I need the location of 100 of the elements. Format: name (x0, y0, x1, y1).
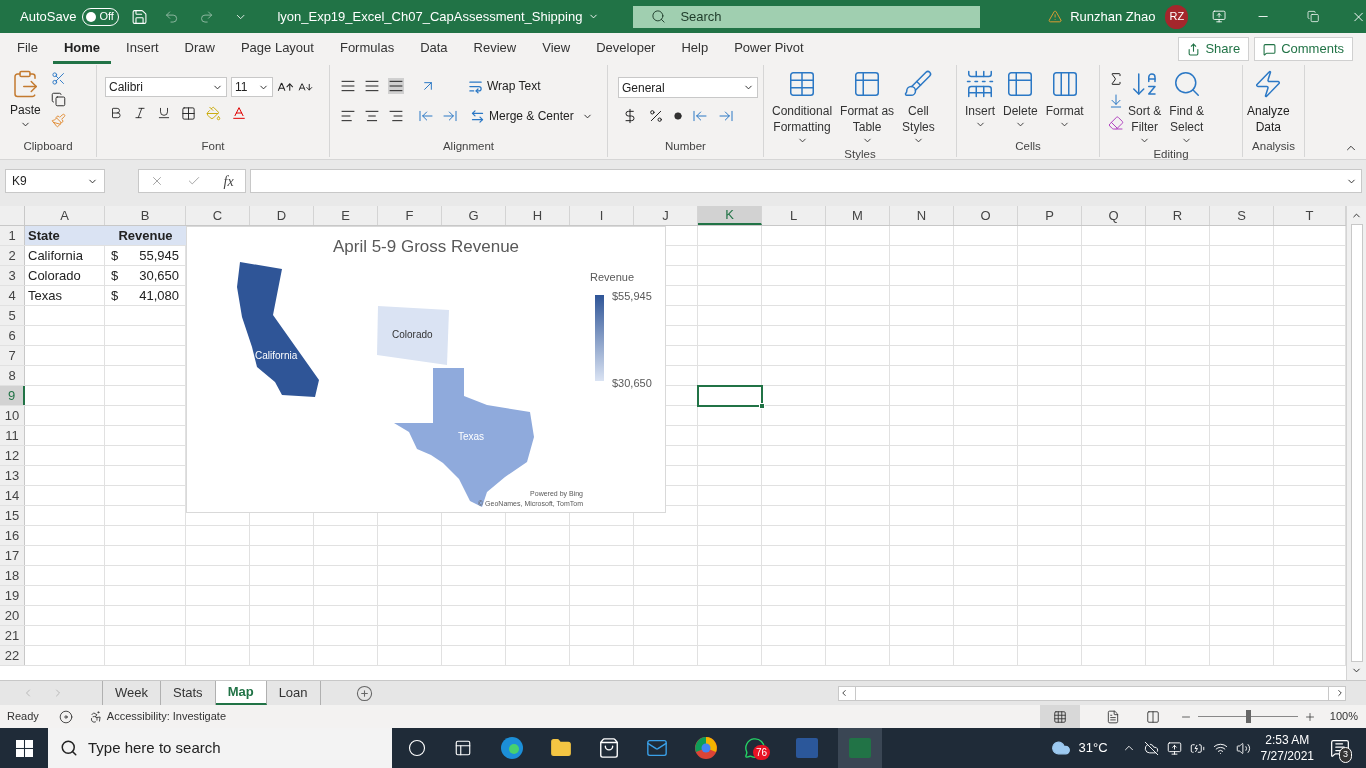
row-header[interactable]: 21 (0, 626, 25, 645)
folder-icon[interactable] (550, 737, 572, 759)
volume-icon[interactable] (1235, 740, 1251, 756)
search-icon[interactable] (651, 9, 667, 24)
state-shape[interactable] (237, 262, 319, 397)
scroll-left-icon[interactable] (839, 688, 849, 698)
column-header[interactable]: M (826, 206, 890, 225)
mail-icon[interactable] (646, 737, 668, 759)
windows-logo-icon[interactable] (16, 739, 33, 757)
accessibility-icon[interactable] (88, 709, 103, 724)
row-header[interactable]: 14 (0, 486, 25, 505)
menu-tab[interactable]: Formulas (328, 34, 406, 64)
column-header[interactable]: I (570, 206, 634, 225)
cloud-error-icon[interactable] (1143, 740, 1159, 756)
italic-icon[interactable] (133, 106, 147, 120)
task-view-icon[interactable] (454, 739, 472, 757)
column-header[interactable]: H (506, 206, 570, 225)
column-header[interactable]: G (442, 206, 506, 225)
column-header[interactable]: Q (1082, 206, 1146, 225)
row-header[interactable]: 9 (0, 386, 25, 405)
temperature[interactable]: 31°C (1078, 738, 1108, 758)
column-header[interactable]: C (186, 206, 250, 225)
delete-button[interactable]: Delete (999, 69, 1042, 130)
zoom-in-icon[interactable] (1303, 710, 1316, 723)
menu-tab[interactable]: Home (52, 34, 112, 64)
font-size-field[interactable]: 11 (231, 77, 273, 97)
align-bottom-icon[interactable] (388, 78, 404, 94)
column-header[interactable]: E (314, 206, 378, 225)
column-header[interactable]: D (250, 206, 314, 225)
menu-tab[interactable]: Insert (115, 34, 170, 64)
row-header[interactable]: 7 (0, 346, 25, 365)
copy-icon[interactable] (50, 92, 66, 107)
autosum-icon[interactable] (1108, 71, 1124, 87)
row-header[interactable]: 17 (0, 546, 25, 565)
clock[interactable]: 2:53 AM 7/27/2021 (1260, 732, 1314, 764)
column-header[interactable]: N (890, 206, 954, 225)
format-as-table-button[interactable]: Format as Table (836, 69, 899, 146)
file-name[interactable]: lyon_Exp19_Excel_Ch07_CapAssessment_Shipping (277, 6, 600, 27)
chat-app-icon[interactable] (744, 737, 766, 759)
cell-styles-button[interactable]: Cell Styles (898, 69, 939, 146)
vertical-scrollbar[interactable] (1346, 206, 1366, 680)
share-button[interactable]: Share (1178, 37, 1250, 61)
row-header[interactable]: 6 (0, 326, 25, 345)
menu-tab[interactable]: View (531, 34, 582, 64)
menu-tab[interactable]: Draw (173, 34, 226, 64)
row-header[interactable]: 22 (0, 646, 25, 665)
restore-icon[interactable] (1306, 10, 1319, 23)
zoom-slider-thumb[interactable] (1245, 710, 1251, 723)
align-middle-icon[interactable] (364, 78, 380, 94)
font-name-field[interactable]: Calibri (105, 77, 227, 97)
fill-color-icon[interactable] (206, 105, 221, 121)
font-color-icon[interactable] (231, 105, 247, 121)
find-select-button[interactable]: Find & Select (1165, 69, 1209, 146)
macro-recording-icon[interactable] (58, 709, 73, 724)
insert-button[interactable]: Insert (961, 69, 999, 130)
active-cell[interactable] (697, 385, 763, 407)
row-header[interactable]: 13 (0, 466, 25, 485)
conditional-formatting-button[interactable]: Conditional Formatting (768, 69, 837, 146)
row-header[interactable]: 12 (0, 446, 25, 465)
column-header[interactable]: B (105, 206, 186, 225)
row-header[interactable]: 5 (0, 306, 25, 325)
notifications-icon[interactable] (1330, 738, 1350, 758)
menu-tab[interactable]: Data (409, 34, 459, 64)
column-header[interactable]: A (25, 206, 105, 225)
column-header[interactable]: S (1210, 206, 1274, 225)
sheet-tab[interactable]: Map (215, 681, 267, 705)
underline-icon[interactable] (157, 106, 171, 120)
menu-tab[interactable]: Power Pivot (723, 34, 815, 64)
bold-icon[interactable] (109, 106, 123, 120)
row-header[interactable]: 1 (0, 226, 25, 245)
row-header[interactable]: 15 (0, 506, 25, 525)
zoom-level[interactable]: 100% (1329, 708, 1358, 725)
wifi-icon[interactable] (1212, 740, 1228, 756)
format-button[interactable]: Format (1041, 69, 1088, 130)
comments-button[interactable]: Comments (1254, 37, 1353, 61)
eraser-icon[interactable] (1108, 115, 1124, 131)
row-header[interactable]: 19 (0, 586, 25, 605)
menu-tab[interactable]: Help (670, 34, 720, 64)
row-header[interactable]: 3 (0, 266, 25, 285)
comma-style-icon[interactable] (674, 112, 682, 120)
name-box[interactable]: K9 (5, 169, 105, 193)
row-header[interactable]: 18 (0, 566, 25, 585)
horizontal-scrollbar[interactable] (838, 685, 1346, 701)
align-left-icon[interactable] (340, 108, 356, 124)
insert-function-button[interactable]: fx (223, 170, 234, 192)
row-header[interactable]: 20 (0, 606, 25, 625)
column-header[interactable]: O (954, 206, 1018, 225)
formula-input[interactable] (250, 169, 1362, 193)
display-icon[interactable] (1166, 740, 1182, 756)
taskbar-search-field[interactable]: Type here to search (48, 728, 392, 768)
number-format-field[interactable]: General (618, 77, 758, 98)
normal-view-icon[interactable] (1052, 709, 1067, 724)
row-header[interactable]: 4 (0, 286, 25, 305)
column-header[interactable]: L (762, 206, 826, 225)
browser-icon[interactable] (694, 736, 718, 760)
cortana-icon[interactable] (408, 739, 426, 757)
sheet-tab[interactable]: Week (103, 681, 161, 705)
page-break-icon[interactable] (1145, 709, 1160, 724)
menu-tab[interactable]: Review (462, 34, 528, 64)
menu-tab[interactable]: File (6, 34, 49, 64)
